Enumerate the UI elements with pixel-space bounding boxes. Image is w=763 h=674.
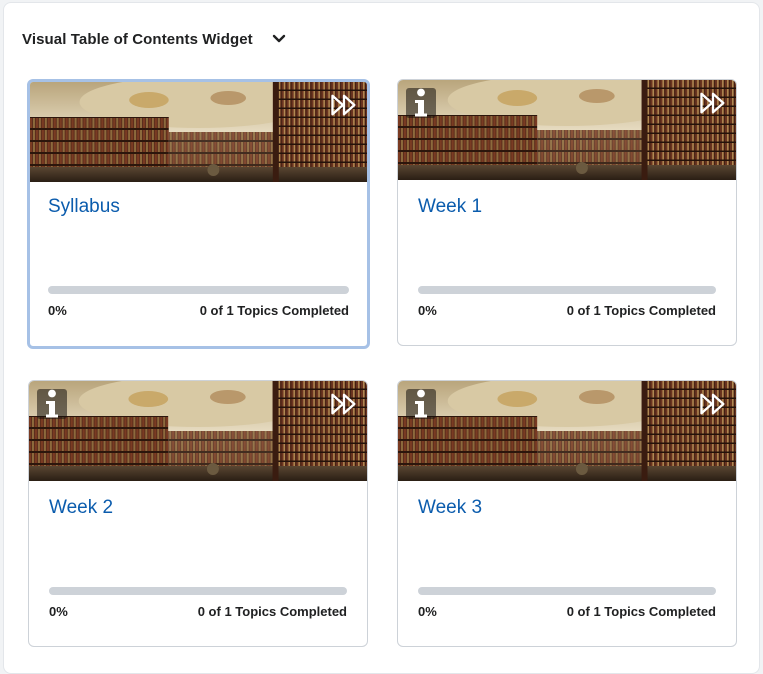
module-title-link[interactable]: Week 2 <box>49 497 113 519</box>
library-banner-image <box>30 82 367 182</box>
module-card-syllabus[interactable]: Syllabus 0% 0 of 1 Topics Completed <box>27 79 370 349</box>
library-banner-image <box>29 381 367 481</box>
module-title-link[interactable]: Week 3 <box>418 497 482 519</box>
topics-completed-text: 0 of 1 Topics Completed <box>566 604 716 619</box>
topics-completed-text: 0 of 1 Topics Completed <box>199 303 349 318</box>
skip-forward-icon[interactable] <box>698 88 728 118</box>
library-banner-image <box>398 381 736 481</box>
module-card-week-1[interactable]: Week 1 0% 0 of 1 Topics Completed <box>397 79 737 346</box>
progress-bar <box>418 286 716 294</box>
module-title-link[interactable]: Syllabus <box>48 196 120 218</box>
info-icon[interactable] <box>37 389 67 419</box>
chevron-down-icon[interactable] <box>272 34 286 44</box>
progress-percent: 0% <box>418 303 437 318</box>
progress-percent: 0% <box>418 604 437 619</box>
skip-forward-icon[interactable] <box>698 389 728 419</box>
topics-completed-text: 0 of 1 Topics Completed <box>197 604 347 619</box>
progress-percent: 0% <box>48 303 67 318</box>
info-icon[interactable] <box>406 389 436 419</box>
widget-title: Visual Table of Contents Widget <box>22 30 253 48</box>
widget-header-toggle[interactable]: Visual Table of Contents Widget <box>22 28 286 50</box>
module-title-link[interactable]: Week 1 <box>418 196 482 218</box>
progress-percent: 0% <box>49 604 68 619</box>
skip-forward-icon[interactable] <box>329 389 359 419</box>
module-card-week-3[interactable]: Week 3 0% 0 of 1 Topics Completed <box>397 380 737 647</box>
skip-forward-icon[interactable] <box>329 90 359 120</box>
info-icon[interactable] <box>406 88 436 118</box>
topics-completed-text: 0 of 1 Topics Completed <box>566 303 716 318</box>
progress-bar <box>48 286 349 294</box>
progress-bar <box>418 587 716 595</box>
module-card-week-2[interactable]: Week 2 0% 0 of 1 Topics Completed <box>28 380 368 647</box>
progress-bar <box>49 587 347 595</box>
library-banner-image <box>398 80 736 180</box>
